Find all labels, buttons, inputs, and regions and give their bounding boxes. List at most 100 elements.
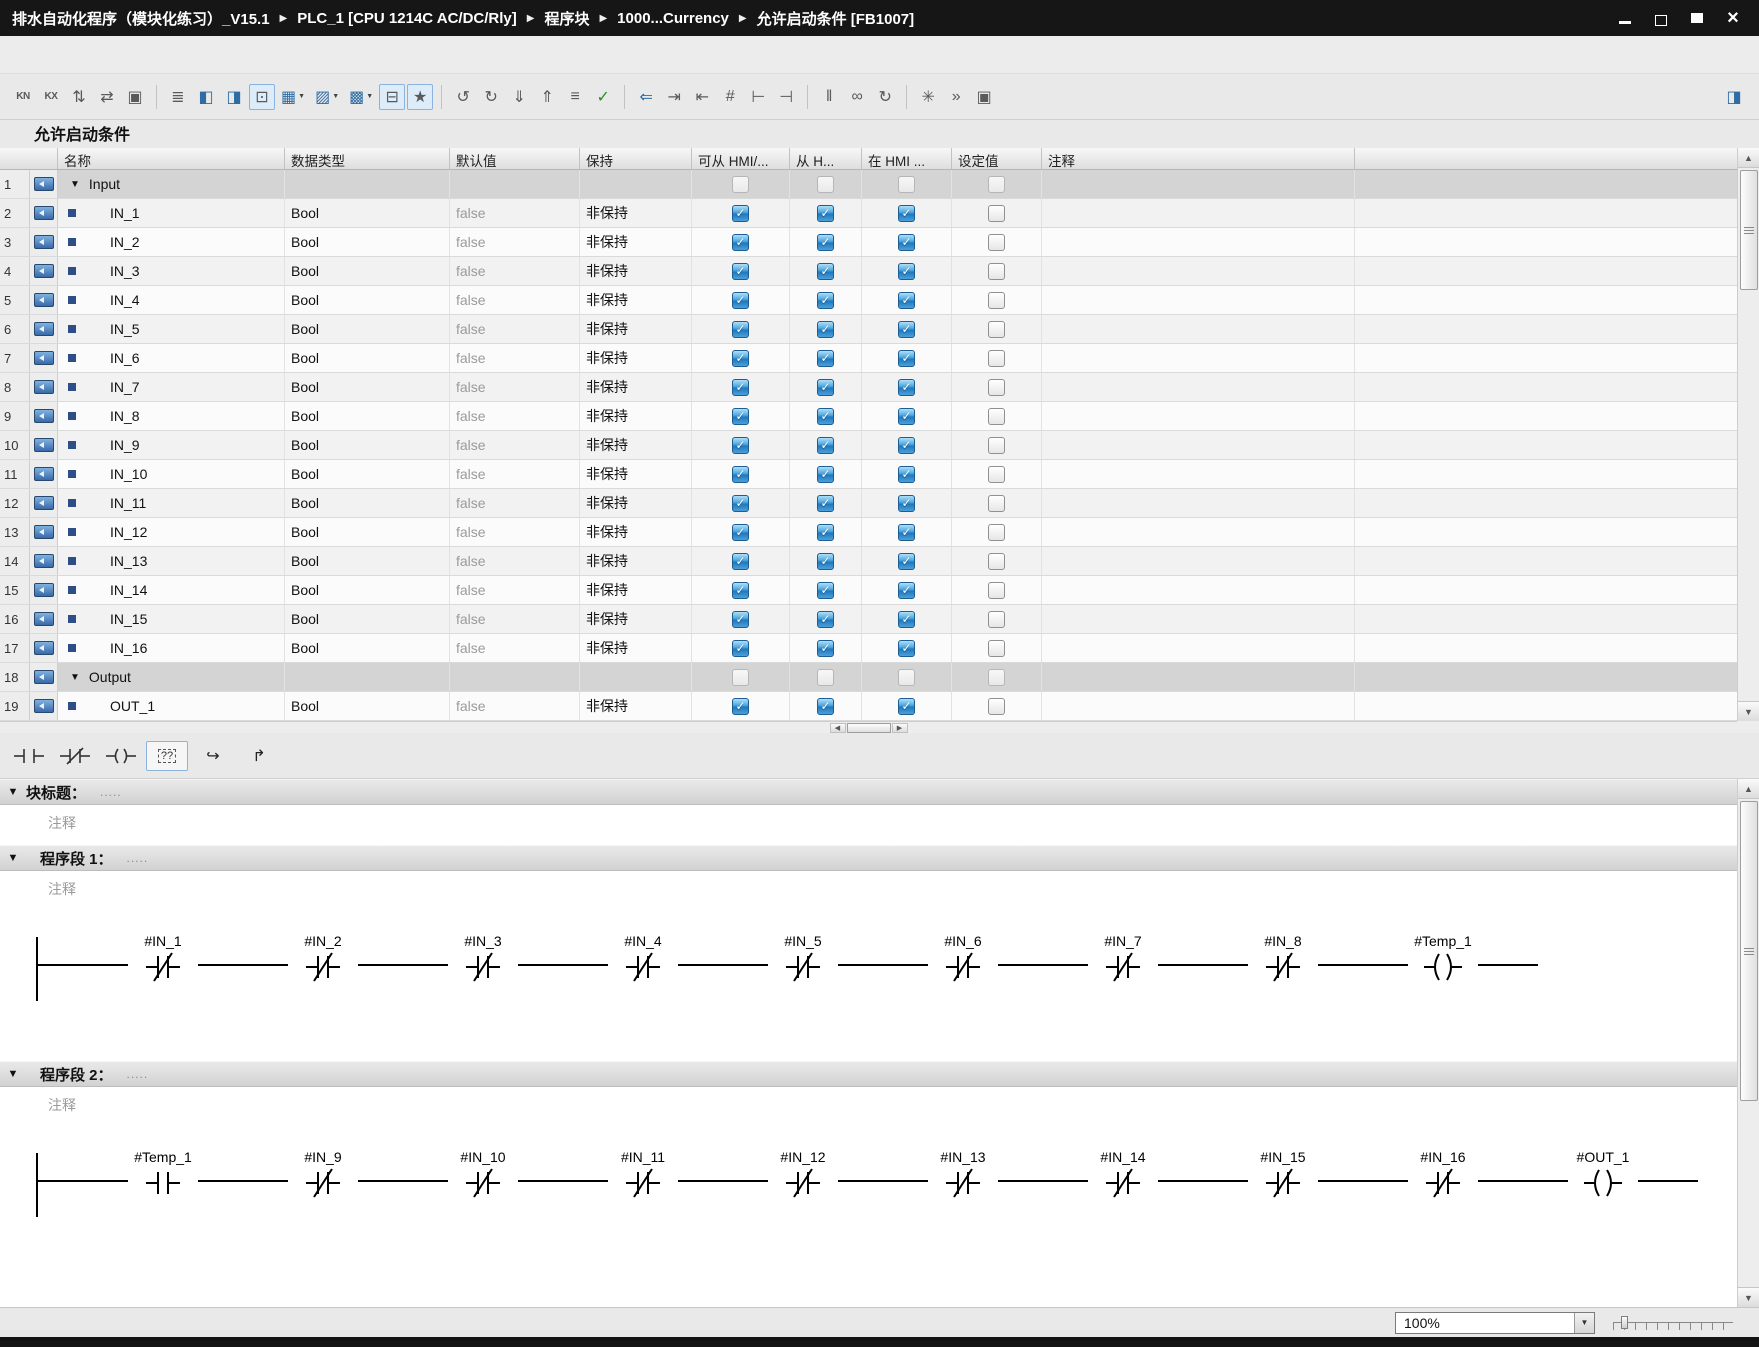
hmi-writable-checkbox[interactable]: ✓ (817, 379, 834, 396)
hmi-visible-checkbox[interactable]: ✓ (898, 495, 915, 512)
operand-label[interactable]: #IN_16 (1420, 1141, 1465, 1167)
operand-label[interactable]: #IN_5 (784, 925, 821, 951)
comment-cell[interactable] (1042, 576, 1355, 604)
setpoint-checkbox[interactable] (988, 205, 1005, 222)
start-values-display-icon[interactable]: ▩▼ (345, 84, 377, 110)
comment-cell[interactable] (1042, 228, 1355, 256)
collapse-triangle-icon[interactable]: ▼ (0, 1068, 26, 1080)
default-value-cell[interactable]: false (450, 692, 580, 720)
absolute-symbolic-toggle-icon[interactable]: ⊟ (379, 84, 405, 110)
insert-empty-box-icon[interactable]: ⊢ (745, 84, 771, 110)
comment-cell[interactable] (1042, 489, 1355, 517)
reset-start-values-icon[interactable]: KX (38, 84, 64, 110)
ladder-coil[interactable]: #OUT_1 (1568, 1141, 1638, 1199)
settings-icon[interactable]: ✳ (915, 84, 941, 110)
name-cell[interactable]: IN_8 (58, 402, 285, 430)
hmi-writable-checkbox[interactable]: ✓ (817, 611, 834, 628)
hmi-writable-checkbox[interactable]: ✓ (817, 408, 834, 425)
hmi-visible-checkbox[interactable]: ✓ (898, 234, 915, 251)
operand-label[interactable]: #IN_9 (304, 1141, 341, 1167)
hmi-writable-checkbox[interactable]: ✓ (817, 263, 834, 280)
retain-cell[interactable]: 非保持 (580, 402, 692, 430)
scroll-right-button[interactable]: ▶ (892, 723, 908, 733)
data-type-cell[interactable] (285, 663, 450, 691)
hmi-accessible-checkbox[interactable]: ✓ (732, 321, 749, 338)
hmi-visible-checkbox[interactable]: ✓ (898, 263, 915, 280)
monitoring-glasses-icon[interactable]: ∞ (844, 84, 870, 110)
close-all-networks-icon[interactable]: ◨ (221, 84, 247, 110)
monitoring-display-icon[interactable]: ▦▼ (277, 84, 309, 110)
operand-label[interactable]: #IN_7 (1104, 925, 1141, 951)
comment-cell[interactable] (1042, 460, 1355, 488)
name-cell[interactable]: IN_9 (58, 431, 285, 459)
slider-knob[interactable] (1621, 1316, 1628, 1329)
setpoint-checkbox[interactable] (988, 524, 1005, 541)
data-type-cell[interactable]: Bool (285, 576, 450, 604)
retain-cell[interactable]: 非保持 (580, 286, 692, 314)
hmi-accessible-checkbox[interactable]: ✓ (732, 234, 749, 251)
refresh-monitoring-icon[interactable]: ↻ (872, 84, 898, 110)
restore-button[interactable] (1649, 7, 1673, 29)
name-cell[interactable]: IN_7 (58, 373, 285, 401)
hmi-accessible-checkbox[interactable]: ✓ (732, 582, 749, 599)
data-type-cell[interactable]: Bool (285, 199, 450, 227)
hmi-accessible-checkbox[interactable]: ✓ (732, 379, 749, 396)
setpoint-checkbox[interactable] (988, 669, 1005, 686)
empty-box-button[interactable]: ?? (146, 741, 188, 771)
retain-cell[interactable]: 非保持 (580, 634, 692, 662)
setpoint-checkbox[interactable] (988, 379, 1005, 396)
setpoint-checkbox[interactable] (988, 582, 1005, 599)
breadcrumb-item[interactable]: 允许启动条件 [FB1007] (757, 8, 915, 29)
retain-cell[interactable]: 非保持 (580, 431, 692, 459)
scrollbar-thumb[interactable] (1740, 801, 1758, 1101)
hmi-visible-checkbox[interactable]: ✓ (898, 553, 915, 570)
retain-cell[interactable]: 非保持 (580, 489, 692, 517)
ladder-contact-nc[interactable]: #IN_8 (1248, 925, 1318, 983)
hmi-visible-checkbox[interactable]: ✓ (898, 466, 915, 483)
breadcrumb-item[interactable]: 排水自动化程序（模块化练习）_V15.1 (12, 8, 270, 29)
zoom-select[interactable]: 100% ▼ (1395, 1312, 1595, 1334)
insert-branch-icon[interactable]: ⇥ (661, 84, 687, 110)
network-comment[interactable]: 注释 (0, 871, 1737, 911)
comment-cell[interactable] (1042, 431, 1355, 459)
hmi-visible-checkbox[interactable]: ✓ (898, 698, 915, 715)
statement-order-icon[interactable]: ⊣ (773, 84, 799, 110)
default-value-cell[interactable]: false (450, 460, 580, 488)
hmi-accessible-checkbox[interactable]: ✓ (732, 611, 749, 628)
keep-actual-values-icon[interactable]: KN (10, 84, 36, 110)
data-type-cell[interactable]: Bool (285, 431, 450, 459)
expander-icon[interactable]: ▼ (70, 179, 80, 190)
name-cell[interactable]: IN_11 (58, 489, 285, 517)
hmi-accessible-checkbox[interactable]: ✓ (732, 205, 749, 222)
load-snapshot-icon[interactable]: ⇓ (506, 84, 532, 110)
collapse-triangle-icon[interactable]: ▼ (0, 786, 26, 798)
network-sequence-icon[interactable]: ≣ (165, 84, 191, 110)
compile-icon[interactable]: ✓ (590, 84, 616, 110)
snapshot-display-icon[interactable]: ▨▼ (311, 84, 343, 110)
hmi-accessible-checkbox[interactable]: ✓ (732, 553, 749, 570)
default-value-cell[interactable]: false (450, 605, 580, 633)
favorites-toggle-icon[interactable]: ★ (407, 84, 433, 110)
default-value-cell[interactable]: false (450, 634, 580, 662)
default-value-cell[interactable]: false (450, 431, 580, 459)
scroll-up-button[interactable]: ▲ (1738, 779, 1759, 799)
ladder-contact-nc[interactable]: #IN_14 (1088, 1141, 1158, 1199)
ladder-contact-nc[interactable]: #IN_3 (448, 925, 518, 983)
name-cell[interactable]: OUT_1 (58, 692, 285, 720)
comment-cell[interactable] (1042, 257, 1355, 285)
operand-label[interactable]: #IN_12 (780, 1141, 825, 1167)
maximize-button[interactable] (1685, 7, 1709, 29)
minimize-button[interactable] (1613, 7, 1637, 29)
name-cell[interactable]: IN_3 (58, 257, 285, 285)
go-to-network-icon[interactable]: ⇐ (633, 84, 659, 110)
comment-cell[interactable] (1042, 634, 1355, 662)
ladder-contact-nc[interactable]: #IN_9 (288, 1141, 358, 1199)
ladder-coil[interactable]: #Temp_1 (1408, 925, 1478, 983)
ladder-contact-nc[interactable]: #IN_11 (608, 1141, 678, 1199)
hmi-writable-checkbox[interactable]: ✓ (817, 292, 834, 309)
column-header[interactable]: 设定值 (952, 148, 1042, 169)
retain-cell[interactable]: 非保持 (580, 315, 692, 343)
ladder-contact-nc[interactable]: #IN_2 (288, 925, 358, 983)
setpoint-checkbox[interactable] (988, 466, 1005, 483)
copy-snapshot-icon[interactable]: ⇑ (534, 84, 560, 110)
